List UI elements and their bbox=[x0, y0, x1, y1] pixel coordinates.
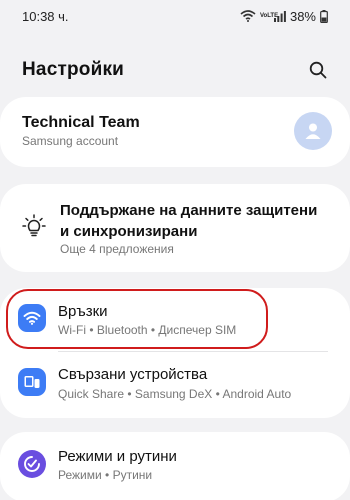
wifi-icon bbox=[23, 311, 41, 325]
user-icon bbox=[305, 123, 321, 139]
settings-item-subtitle: Quick Share • Samsung DeX • Android Auto bbox=[58, 387, 292, 401]
modes-routines-icon-tile bbox=[18, 450, 46, 478]
settings-item-subtitle: Режими • Рутини bbox=[58, 468, 153, 482]
modes-routines-icon bbox=[24, 456, 40, 472]
suggestion-subtitle: Още 4 предложения bbox=[60, 242, 174, 256]
settings-item-connections[interactable]: Връзки Wi-Fi • Bluetooth • Диспечер SIM bbox=[0, 288, 350, 344]
status-icons: VoLTE 38% bbox=[240, 9, 328, 24]
settings-group-card-modes: Режими и рутини Режими • Рутини bbox=[0, 432, 350, 500]
lightbulb-icon bbox=[22, 214, 46, 237]
settings-item-title: Свързани устройства bbox=[58, 366, 208, 383]
avatar[interactable] bbox=[294, 112, 332, 150]
page-title: Настройки bbox=[22, 59, 125, 80]
settings-item-connected-devices[interactable]: Свързани устройства Quick Share • Samsun… bbox=[0, 354, 350, 410]
settings-item-title: Връзки bbox=[58, 303, 108, 320]
wifi-status-icon bbox=[240, 10, 256, 22]
battery-icon bbox=[320, 9, 328, 23]
connections-icon-tile bbox=[18, 304, 46, 332]
search-icon bbox=[309, 61, 327, 79]
header: Настройки bbox=[0, 50, 350, 90]
search-button[interactable] bbox=[306, 58, 330, 82]
connected-devices-icon bbox=[24, 376, 40, 388]
account-name: Technical Team bbox=[22, 114, 140, 131]
settings-item-title: Режими и рутини bbox=[58, 448, 177, 465]
signal-icon bbox=[273, 10, 286, 22]
volte-indicator: VoLTE bbox=[259, 13, 279, 19]
status-time: 10:38 ч. bbox=[22, 8, 69, 24]
settings-group-card: Връзки Wi-Fi • Bluetooth • Диспечер SIM … bbox=[0, 288, 350, 418]
account-subtitle: Samsung account bbox=[22, 134, 119, 148]
settings-item-modes-routines[interactable]: Режими и рутини Режими • Рутини bbox=[0, 432, 350, 500]
battery-percent: 38% bbox=[289, 8, 316, 24]
suggestion-title: Поддържане на данните защитени и синхрон… bbox=[60, 202, 318, 240]
settings-item-subtitle: Wi-Fi • Bluetooth • Диспечер SIM bbox=[58, 323, 237, 337]
divider bbox=[58, 351, 328, 352]
status-bar: 10:38 ч. VoLTE 38% bbox=[0, 0, 350, 32]
connected-devices-icon-tile bbox=[18, 368, 46, 396]
